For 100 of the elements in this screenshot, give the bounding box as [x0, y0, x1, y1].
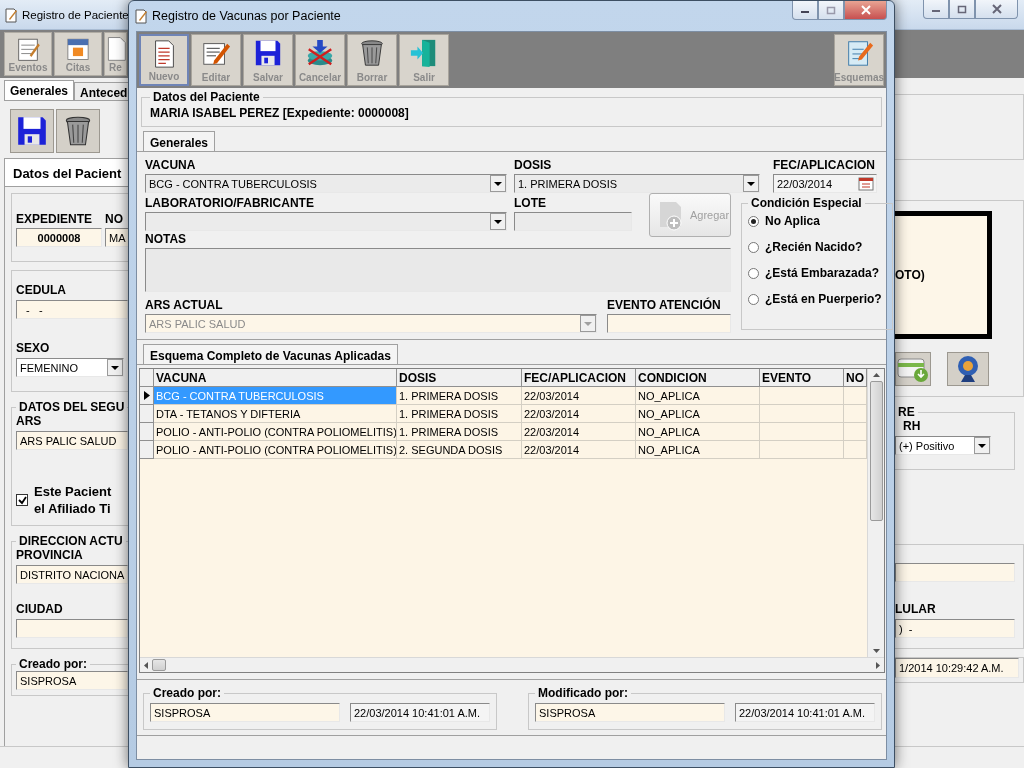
cedula-field[interactable]: - - — [16, 300, 128, 319]
close-button[interactable] — [975, 0, 1018, 19]
scroll-left-icon[interactable] — [144, 661, 148, 669]
dosis-dropdown[interactable]: 1. PRIMERA DOSIS — [514, 174, 760, 193]
user-field[interactable]: SISPROSA — [535, 703, 725, 722]
table-cell[interactable]: 2. SEGUNDA DOSIS — [397, 441, 522, 459]
table-cell[interactable] — [760, 387, 844, 405]
minimize-button[interactable] — [792, 1, 818, 20]
tab[interactable]: Generales — [4, 80, 75, 100]
notas-field[interactable] — [145, 248, 731, 292]
radio-button[interactable] — [748, 215, 759, 227]
field-label: EVENTO ATENCIÓN — [607, 298, 722, 312]
table-cell[interactable] — [760, 441, 844, 459]
table-cell[interactable] — [760, 405, 844, 423]
delete-button[interactable] — [56, 109, 100, 153]
caret-icon[interactable] — [974, 437, 990, 454]
ars-field[interactable]: ARS PALIC SALUD — [16, 431, 128, 450]
scroll-down-icon[interactable] — [872, 649, 880, 653]
sexo-dropdown[interactable]: FEMENINO — [16, 358, 124, 377]
scroll-thumb[interactable] — [869, 381, 883, 521]
table-cell[interactable]: NO_APLICA — [636, 423, 760, 441]
tab[interactable]: Anteced — [74, 82, 128, 100]
app-icon — [134, 8, 148, 24]
table-cell[interactable]: 22/03/2014 — [522, 423, 636, 441]
field-label: NOTAS — [145, 232, 188, 246]
group-title: Creado por: — [152, 686, 222, 700]
document-icon — [105, 35, 126, 62]
radio-label[interactable]: No Aplica — [765, 214, 820, 228]
table-cell[interactable]: 22/03/2014 — [522, 441, 636, 459]
webcam-icon — [955, 354, 981, 384]
radio-button[interactable] — [748, 241, 759, 253]
caret-icon[interactable] — [743, 175, 759, 192]
table-cell[interactable]: 22/03/2014 — [522, 387, 636, 405]
tab[interactable]: Esquema Completo de Vacunas Aplicadas — [143, 344, 398, 364]
column-header[interactable]: VACUNA — [154, 369, 397, 387]
radio-label[interactable]: ¿Está Embarazada? — [765, 266, 880, 280]
window-title: Registro de Paciente — [22, 8, 129, 21]
table-cell[interactable]: 22/03/2014 — [522, 405, 636, 423]
maximize-icon — [826, 5, 836, 15]
vertical-scrollbar[interactable] — [867, 369, 884, 657]
maximize-button[interactable] — [949, 0, 975, 19]
date-picker[interactable]: 22/03/2014 — [773, 174, 877, 193]
creado-field[interactable]: SISPROSA — [16, 671, 128, 690]
checkbox[interactable] — [16, 494, 28, 506]
table-cell[interactable]: 1. PRIMERA DOSIS — [397, 405, 522, 423]
radio-button[interactable] — [748, 267, 759, 279]
table-cell[interactable] — [760, 423, 844, 441]
minimize-button[interactable] — [923, 0, 949, 19]
row-header[interactable] — [140, 387, 154, 405]
tab[interactable]: Generales — [143, 131, 216, 151]
download-button[interactable] — [895, 352, 931, 386]
rh-dropdown[interactable]: (+) Positivo — [895, 436, 991, 455]
ciudad-field[interactable] — [16, 619, 128, 638]
save-button[interactable] — [10, 109, 54, 153]
table-cell[interactable]: NO_APLICA — [636, 405, 760, 423]
section-tab[interactable]: Datos del Pacient — [4, 158, 128, 186]
nombre-field[interactable]: MA — [105, 228, 128, 247]
field-label: CIUDAD — [16, 602, 64, 616]
user-field[interactable]: SISPROSA — [150, 703, 340, 722]
date-field[interactable]: 22/03/2014 10:41:01 A.M. — [350, 703, 490, 722]
column-header[interactable]: CONDICION — [636, 369, 760, 387]
caret-icon[interactable] — [490, 175, 506, 192]
scroll-thumb[interactable] — [152, 659, 166, 671]
provincia-field[interactable]: DISTRITO NACIONA — [16, 565, 128, 584]
app-icon — [4, 6, 18, 23]
column-header[interactable]: FEC/APLICACION — [522, 369, 636, 387]
column-header[interactable]: EVENTO — [760, 369, 844, 387]
horizontal-scrollbar[interactable] — [140, 657, 884, 672]
vacuna-dropdown[interactable]: BCG - CONTRA TUBERCULOSIS — [145, 174, 507, 193]
field-label: RH — [902, 419, 922, 433]
caret-icon[interactable] — [490, 213, 506, 230]
address-field[interactable] — [895, 563, 1015, 582]
field-label: CEDULA — [16, 283, 67, 297]
column-header[interactable]: DOSIS — [397, 369, 522, 387]
field-label: LABORATORIO/FABRICANTE — [145, 196, 315, 210]
cancel-stack-icon — [305, 38, 335, 68]
scroll-up-icon[interactable] — [872, 373, 880, 377]
table-cell[interactable]: 1. PRIMERA DOSIS — [397, 423, 522, 441]
radio-button[interactable] — [748, 293, 759, 305]
table-cell[interactable]: 1. PRIMERA DOSIS — [397, 387, 522, 405]
radio-label[interactable]: ¿Está en Puerperio? — [765, 292, 882, 306]
scroll-right-icon[interactable] — [876, 661, 880, 669]
date-field[interactable]: 1/2014 10:29:42 A.M. — [895, 658, 1019, 678]
date-field[interactable]: 22/03/2014 10:41:01 A.M. — [735, 703, 875, 722]
close-button[interactable] — [844, 1, 887, 20]
webcam-button[interactable] — [947, 352, 989, 386]
table-cell[interactable]: DTA - TETANOS Y DIFTERIA — [154, 405, 397, 423]
table-cell[interactable]: NO_APLICA — [636, 441, 760, 459]
table-cell[interactable]: POLIO - ANTI-POLIO (CONTRA POLIOMELITIS) — [154, 423, 397, 441]
field-label: EXPEDIENTE — [16, 212, 94, 226]
expediente-field[interactable]: 0000008 — [16, 228, 102, 247]
evento-field[interactable] — [607, 314, 731, 333]
celular-field[interactable]: ) - — [895, 619, 1015, 638]
lote-field[interactable] — [514, 212, 632, 231]
calendar-icon[interactable] — [858, 176, 874, 191]
table-cell[interactable]: POLIO - ANTI-POLIO (CONTRA POLIOMELITIS) — [154, 441, 397, 459]
table-cell[interactable]: NO_APLICA — [636, 387, 760, 405]
caret-icon[interactable] — [107, 359, 123, 376]
column-header[interactable]: NO — [844, 369, 867, 387]
radio-label[interactable]: ¿Recién Nacido? — [765, 240, 863, 254]
